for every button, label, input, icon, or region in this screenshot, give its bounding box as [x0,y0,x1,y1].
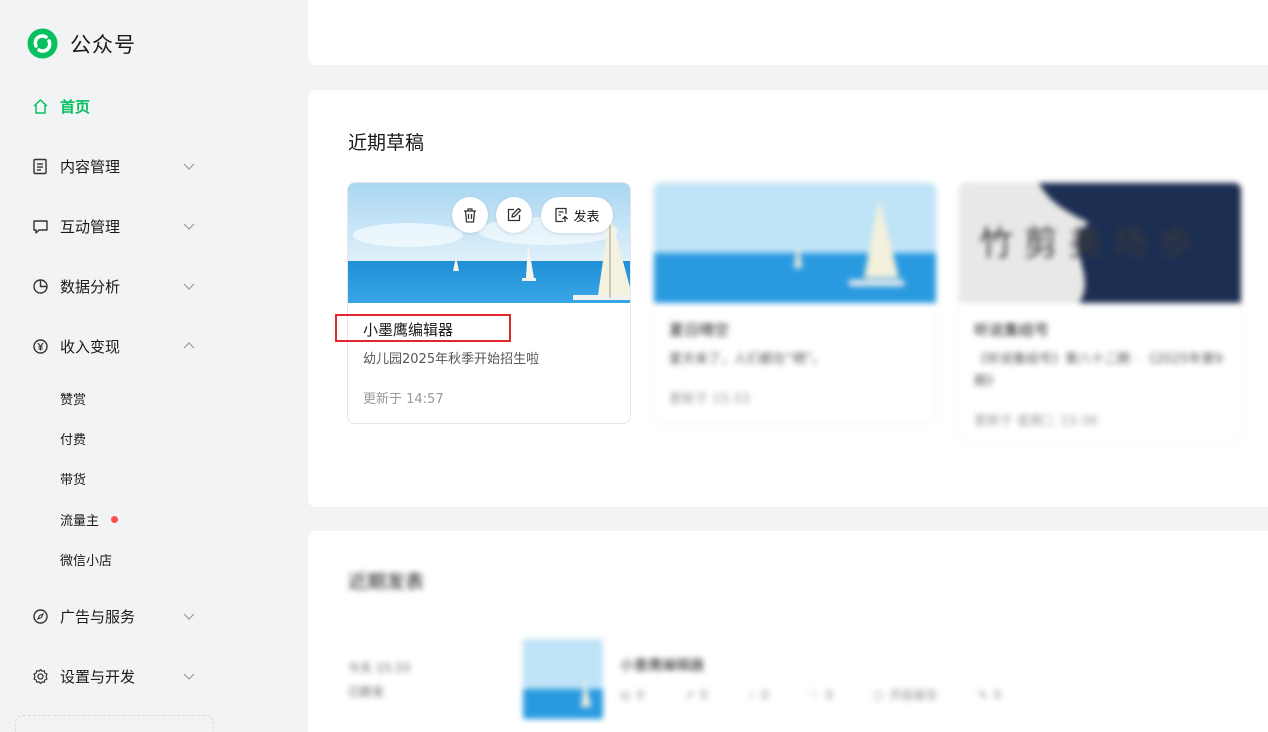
recent-content: 近期发表 今天 15:33 已群发 小墨鹰编辑器 ◎ 0 ↗ 0 ☝ 0 ♡ 0 ○ 开启… [308,531,1268,732]
recent-status[interactable]: 已群发 [348,683,384,700]
comment-icon [31,217,49,235]
nav-item-home[interactable]: 首页 [0,86,307,126]
yen-icon [31,337,49,355]
top-panel [308,0,1268,65]
nav-label: 首页 [60,97,91,116]
gear-icon [31,667,49,685]
nav-label: 广告与服务 [60,607,136,626]
stat-value: 0 [761,687,769,702]
heart-icon: ♡ [808,687,820,702]
draft-time: 更新于 星期二 15:36 [974,414,1098,429]
nav-item-monetize[interactable]: 收入变现 [0,326,307,366]
stat-value: 开启留言 [889,688,938,702]
draft-card[interactable]: 发表 小墨鹰编辑器 幼儿园2025年秋季开始招生啦 更新于 14:57 [347,182,631,424]
draft-card[interactable]: 竹 剪 美 场 歩 听说集结号 《听说集结号》第八十二期 · 《2025年第9期… [958,182,1242,444]
recent-section-title: 近期发表 [348,571,425,593]
chevron-down-icon [183,613,195,620]
chevron-down-icon [183,163,195,170]
svg-text:竹 剪 美 场 歩: 竹 剪 美 场 歩 [979,224,1192,264]
cover-image [654,183,936,303]
recent-thumbnail [523,639,603,719]
recent-stats: ◎ 0 ↗ 0 ☝ 0 ♡ 0 ○ 开启留言 ✎ 0 [620,686,1001,703]
draft-card[interactable]: 夏日晴空 夏天来了，人们都在“晒”。 更新于 15:33 [653,182,937,424]
sub-item-traffic[interactable]: 流量主 [0,503,307,535]
highlight-annotation [335,314,511,342]
sub-label: 付费 [60,432,87,448]
sub-item-sell[interactable]: 带货 [0,462,307,494]
document-icon [31,157,49,175]
chevron-down-icon [183,283,195,290]
sub-item-reward[interactable]: 赞赏 [0,382,307,414]
home-icon [31,97,49,115]
recent-article-title[interactable]: 小墨鹰编辑器 [620,655,704,675]
stat-value: 0 [700,687,708,702]
publish-label: 发表 [573,209,600,225]
nav-item-content[interactable]: 内容管理 [0,146,307,186]
pie-chart-icon [31,277,49,295]
nav-label: 互动管理 [60,217,121,236]
sub-item-paid[interactable]: 付费 [0,422,307,454]
nav-item-analytics[interactable]: 数据分析 [0,266,307,306]
draft-desc: 夏天来了，人们都在“晒”。 [669,352,826,367]
nav-item-ads[interactable]: 广告与服务 [0,596,307,636]
draft-time: 更新于 15:33 [669,392,750,407]
nav-label: 数据分析 [60,277,121,296]
chevron-down-icon [183,673,195,680]
sub-label: 流量主 [60,513,100,529]
recent-panel: 近期发表 今天 15:33 已群发 小墨鹰编辑器 ◎ 0 ↗ 0 ☝ 0 ♡ 0 ○ 开启… [308,531,1268,732]
publish-icon [555,207,569,223]
chevron-down-icon [183,223,195,230]
cover-image: 竹 剪 美 场 歩 [959,183,1241,303]
stat-share: ↗ 0 [684,686,708,703]
share-icon: ↗ [684,687,695,702]
draft-time: 更新于 14:57 [363,392,444,407]
draft-desc: 《听说集结号》第八十二期 · 《2025年第9期》 [974,352,1223,389]
wechat-official-logo-icon [27,28,58,59]
chevron-up-icon [183,342,195,349]
sub-label: 赞赏 [60,392,87,408]
stat-value: 0 [993,687,1002,702]
stat-read: ◎ 0 [620,686,644,703]
delete-button[interactable] [452,197,488,233]
draft-desc: 幼儿园2025年秋季开始招生啦 [363,352,540,367]
nav-label: 收入变现 [60,337,121,356]
nav-item-interaction[interactable]: 互动管理 [0,206,307,246]
notification-dot [111,515,118,523]
brand[interactable]: 公众号 [26,27,136,60]
stat-value: 0 [825,687,834,702]
edit-button[interactable] [496,197,532,233]
pen-icon: ✎ [977,687,988,702]
trash-icon [464,207,476,223]
sub-label: 带货 [60,472,87,488]
eye-icon: ◎ [620,687,631,702]
stat-heart: ♡ 0 [809,686,833,703]
sidebar: 公众号 首页 内容管理 互动管理 数据分析 收入变现 赞赏 付费 带货 流量主 … [0,0,307,732]
compass-icon [31,607,49,625]
stat-comment[interactable]: ○ 开启留言 [873,686,938,703]
brand-name: 公众号 [70,32,136,57]
recent-time: 今天 15:33 [348,661,411,675]
stat-edit: ✎ 0 [978,686,1002,703]
drafts-panel: 近期草稿 发表 小墨鹰编辑器 幼儿园2025年秋季开始招生啦 更新于 14:57… [308,90,1268,507]
draft-title: 夏日晴空 [669,321,730,339]
publish-button[interactable]: 发表 [541,197,613,233]
stat-value: 0 [636,687,645,702]
stat-like: ☝ 0 [748,686,769,703]
edit-icon [507,207,522,222]
draft-title: 听说集结号 [974,321,1050,339]
nav-label: 内容管理 [60,157,121,176]
sub-label: 微信小店 [60,553,113,569]
sub-item-shop[interactable]: 微信小店 [0,543,307,575]
nav-label: 设置与开发 [60,667,136,686]
like-icon: ☝ [747,687,756,702]
sidebar-bottom-card [15,715,214,732]
nav-item-settings[interactable]: 设置与开发 [0,656,307,696]
comment-icon: ○ [873,687,884,702]
drafts-section-title: 近期草稿 [348,132,425,154]
